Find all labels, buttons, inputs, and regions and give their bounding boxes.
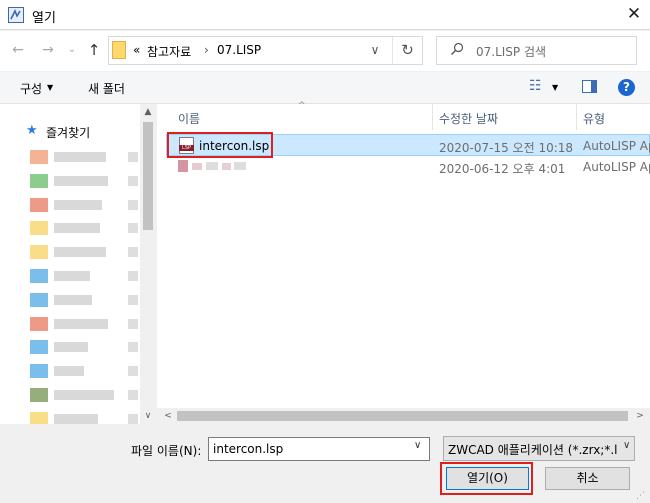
redacted-label [54, 366, 84, 377]
organize-dropdown-icon[interactable]: ▼ [47, 83, 53, 92]
file-type: AutoLISP Ap [583, 139, 650, 153]
help-icon[interactable]: ? [618, 79, 635, 96]
column-divider[interactable] [576, 104, 577, 130]
sidebar-item[interactable] [30, 245, 140, 260]
filename-dropdown-icon[interactable]: ∨ [414, 440, 421, 451]
search-placeholder[interactable]: 07.LISP 검색 [476, 43, 546, 60]
file-type-dropdown-icon[interactable]: ∨ [623, 440, 630, 451]
cancel-button[interactable]: 취소 [545, 467, 630, 490]
filename-label: 파일 이름(N): [131, 444, 202, 458]
folder-icon [30, 316, 48, 331]
folder-icon [30, 245, 48, 260]
highlight-box [167, 132, 273, 158]
sidebar-item[interactable] [30, 340, 140, 355]
file-modified: 2020-07-15 오전 10:18 [439, 141, 574, 155]
column-header-name[interactable]: 이름 [178, 110, 200, 127]
redacted-label [54, 271, 90, 281]
window-title: 열기 [32, 11, 56, 26]
scroll-right-icon[interactable]: > [632, 408, 648, 424]
pin-icon[interactable] [128, 223, 138, 234]
folder-icon [30, 388, 48, 402]
breadcrumb-prefix[interactable]: « [133, 43, 140, 57]
folder-icon [30, 364, 48, 379]
resize-grip-icon[interactable]: ⋰ [636, 490, 648, 502]
organize-menu[interactable]: 구성 [20, 80, 42, 97]
redacted-label [54, 342, 88, 353]
redacted-label [54, 390, 114, 400]
redacted-label [54, 318, 108, 329]
pin-icon[interactable] [128, 271, 138, 281]
scroll-up-icon[interactable]: ▲ [140, 104, 156, 120]
pin-icon[interactable] [128, 390, 138, 400]
pin-icon[interactable] [128, 342, 138, 353]
sidebar-item[interactable] [30, 292, 140, 307]
title-bar [0, 0, 650, 30]
redacted-label [54, 223, 100, 234]
pin-icon[interactable] [128, 413, 138, 424]
breadcrumb-item-lisp[interactable]: 07.LISP [217, 43, 261, 57]
breadcrumb-item-reference[interactable]: 참고자료 [147, 43, 191, 60]
file-modified: 2020-06-12 오후 4:01 [439, 162, 566, 176]
file-type: AutoLISP Ap [583, 160, 650, 174]
sidebar-item[interactable] [30, 388, 140, 402]
sidebar-item[interactable] [30, 173, 140, 188]
pin-icon[interactable] [128, 152, 138, 162]
preview-pane-icon[interactable] [582, 80, 597, 93]
horizontal-scroll-thumb[interactable] [177, 411, 628, 421]
folder-icon [30, 173, 48, 188]
recent-locations-icon[interactable]: ⌄ [62, 40, 82, 60]
folder-icon [30, 269, 48, 283]
sidebar-scroll-thumb[interactable] [143, 122, 153, 230]
sidebar-item-favorites[interactable]: 즐겨찾기 [46, 124, 90, 141]
back-icon[interactable]: ← [8, 40, 28, 60]
sidebar-item[interactable] [30, 221, 140, 236]
view-options-icon[interactable]: ☷ [529, 78, 542, 94]
close-icon[interactable]: ✕ [622, 3, 646, 27]
scroll-down-icon[interactable]: ∨ [140, 408, 156, 424]
sidebar-item[interactable] [30, 150, 140, 164]
pin-icon[interactable] [128, 366, 138, 377]
sidebar-item[interactable] [30, 269, 140, 283]
sidebar-item[interactable] [30, 197, 140, 212]
column-header-type[interactable]: 유형 [583, 110, 605, 127]
up-icon[interactable]: ↑ [84, 40, 104, 60]
address-dropdown-icon[interactable]: ∨ [364, 40, 386, 60]
forward-icon[interactable]: → [38, 40, 58, 60]
pin-icon[interactable] [128, 199, 138, 210]
folder-icon [112, 41, 126, 59]
redacted-file-name [178, 160, 246, 172]
filename-value[interactable]: intercon.lsp [213, 442, 283, 456]
sidebar-item[interactable] [30, 316, 140, 331]
redacted-label [54, 152, 106, 162]
highlight-box [440, 462, 533, 495]
sidebar-item[interactable] [30, 364, 140, 379]
pin-icon[interactable] [128, 294, 138, 305]
refresh-icon[interactable]: ↻ [392, 37, 422, 64]
new-folder-button[interactable]: 새 폴더 [88, 80, 125, 97]
file-type-value[interactable]: ZWCAD 애플리케이션 (*.zrx;*.l [448, 441, 618, 458]
redacted-label [54, 294, 92, 305]
folder-icon [30, 150, 48, 164]
redacted-label [54, 199, 102, 210]
pin-icon[interactable] [128, 175, 138, 186]
column-divider[interactable] [432, 104, 433, 130]
folder-icon [30, 221, 48, 236]
redacted-label [54, 175, 108, 186]
sort-ascending-icon: ^ [298, 101, 306, 111]
breadcrumb-separator[interactable]: › [204, 43, 209, 57]
folder-icon [30, 292, 48, 307]
redacted-label [54, 413, 98, 424]
search-icon [451, 42, 464, 55]
scroll-left-icon[interactable]: < [160, 408, 176, 424]
star-icon: ★ [26, 123, 38, 138]
folder-icon [30, 340, 48, 355]
redacted-label [54, 247, 106, 258]
app-icon [8, 7, 24, 23]
folder-icon [30, 197, 48, 212]
pin-icon[interactable] [128, 318, 138, 329]
view-dropdown-icon[interactable]: ▼ [552, 83, 558, 92]
column-header-modified[interactable]: 수정한 날짜 [439, 110, 498, 127]
pin-icon[interactable] [128, 247, 138, 258]
